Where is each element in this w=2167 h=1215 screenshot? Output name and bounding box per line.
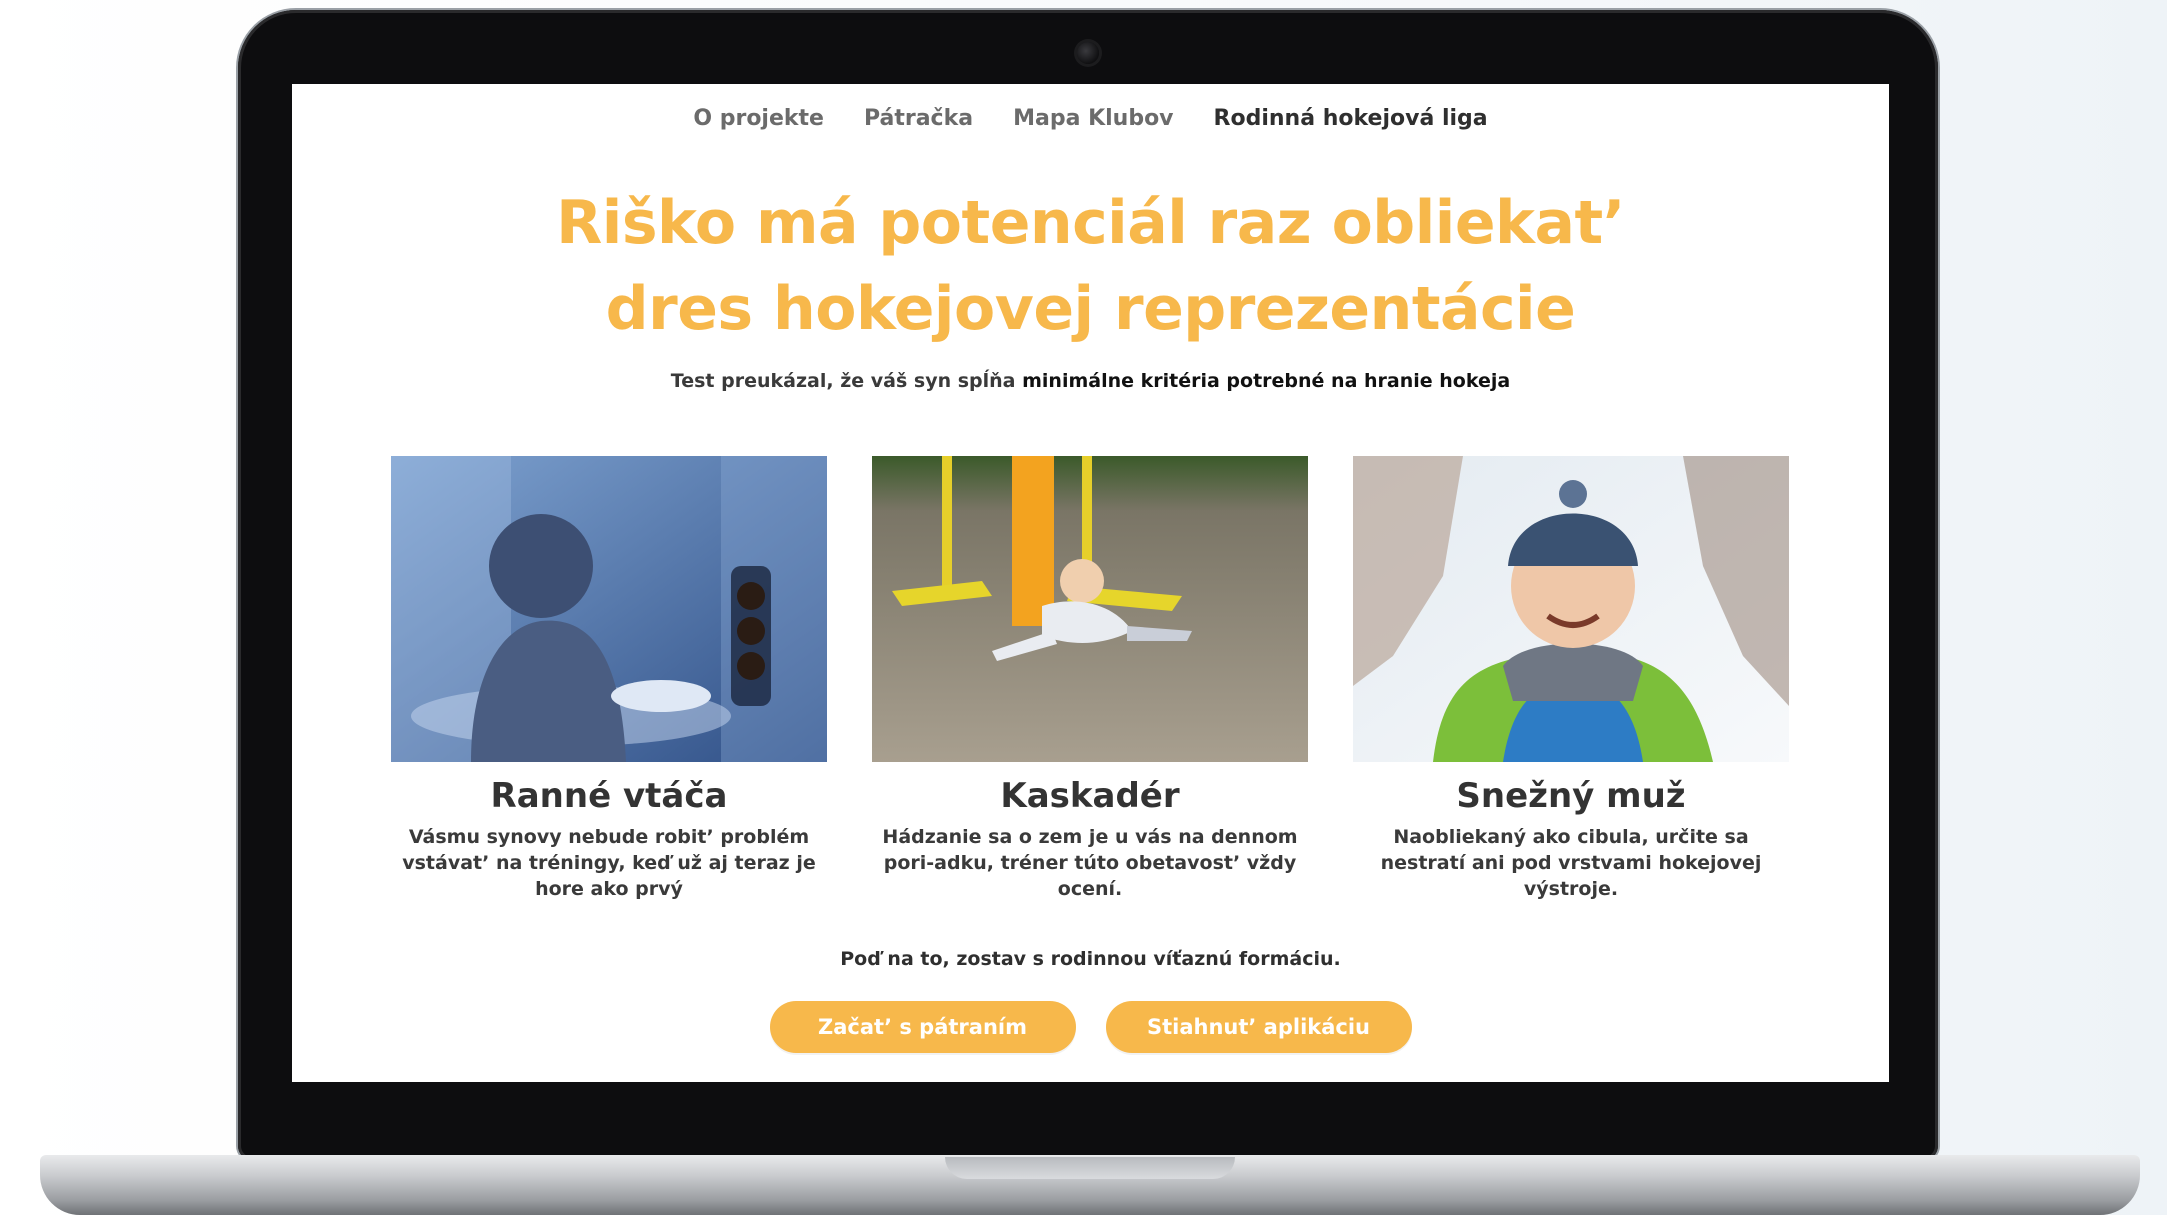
nav-item-patracka[interactable]: Pátračka — [864, 106, 973, 131]
cta-buttons: Začat’ s pátraním Stiahnut’ aplikáciu — [292, 1001, 1889, 1053]
subtitle-text: Test preukázal, že váš syn spĺňa — [670, 370, 1023, 392]
photo-boy-breakfast — [391, 456, 827, 762]
card-text: Vásmu synovy nebude robit’ problém vstáv… — [402, 826, 816, 900]
main-nav: O projekte Pátračka Mapa Klubov Rodinná … — [292, 106, 1889, 131]
webcam-icon — [1077, 42, 1099, 64]
subtitle: Test preukázal, že váš syn spĺňa minimál… — [292, 370, 1889, 392]
card-title: Kaskadér — [1000, 776, 1180, 816]
nav-item-mapa-klubov[interactable]: Mapa Klubov — [1013, 106, 1173, 131]
card-text: Naobliekaný ako cibula, určite sa nestra… — [1380, 826, 1762, 900]
nav-item-rodinna-hokejova-liga[interactable]: Rodinná hokejová liga — [1214, 106, 1488, 131]
subtitle-emphasis: minimálne kritéria potrebné na hranie ho… — [1022, 370, 1511, 392]
headline-line-2: dres hokejovej reprezentácie — [605, 274, 1576, 344]
download-app-button[interactable]: Stiahnut’ aplikáciu — [1105, 1001, 1412, 1053]
start-search-button[interactable]: Začat’ s pátraním — [769, 1001, 1076, 1053]
browser-screen: O projekte Pátračka Mapa Klubov Rodinná … — [292, 84, 1889, 1082]
card-snezny-muz: Snežný muž Naobliekaný ako cibula, určit… — [1353, 456, 1789, 902]
headline-line-1: Riško má potenciál raz obliekat’ — [556, 188, 1625, 258]
cta-text: Poď na to, zostav s rodinnou víťaznú for… — [840, 948, 1341, 970]
nav-item-o-projekte[interactable]: O projekte — [693, 106, 824, 131]
card-title: Ranné vtáča — [490, 776, 728, 816]
card-text: Hádzanie sa o zem je u vás na dennom por… — [882, 826, 1298, 900]
card-title: Snežný muž — [1456, 776, 1686, 816]
photo-toddler-sand — [872, 456, 1308, 762]
page-title: Riško má potenciál raz obliekat’ dres ho… — [292, 180, 1889, 352]
card-kaskader: Kaskadér Hádzanie sa o zem je u vás na d… — [872, 456, 1308, 902]
card-ranne-vtaca: Ranné vtáča Vásmu synovy nebude robit’ p… — [391, 456, 827, 902]
photo-boy-snow — [1353, 456, 1789, 762]
laptop-notch — [945, 1157, 1235, 1179]
cards-grid: Ranné vtáča Vásmu synovy nebude robit’ p… — [391, 456, 1791, 916]
